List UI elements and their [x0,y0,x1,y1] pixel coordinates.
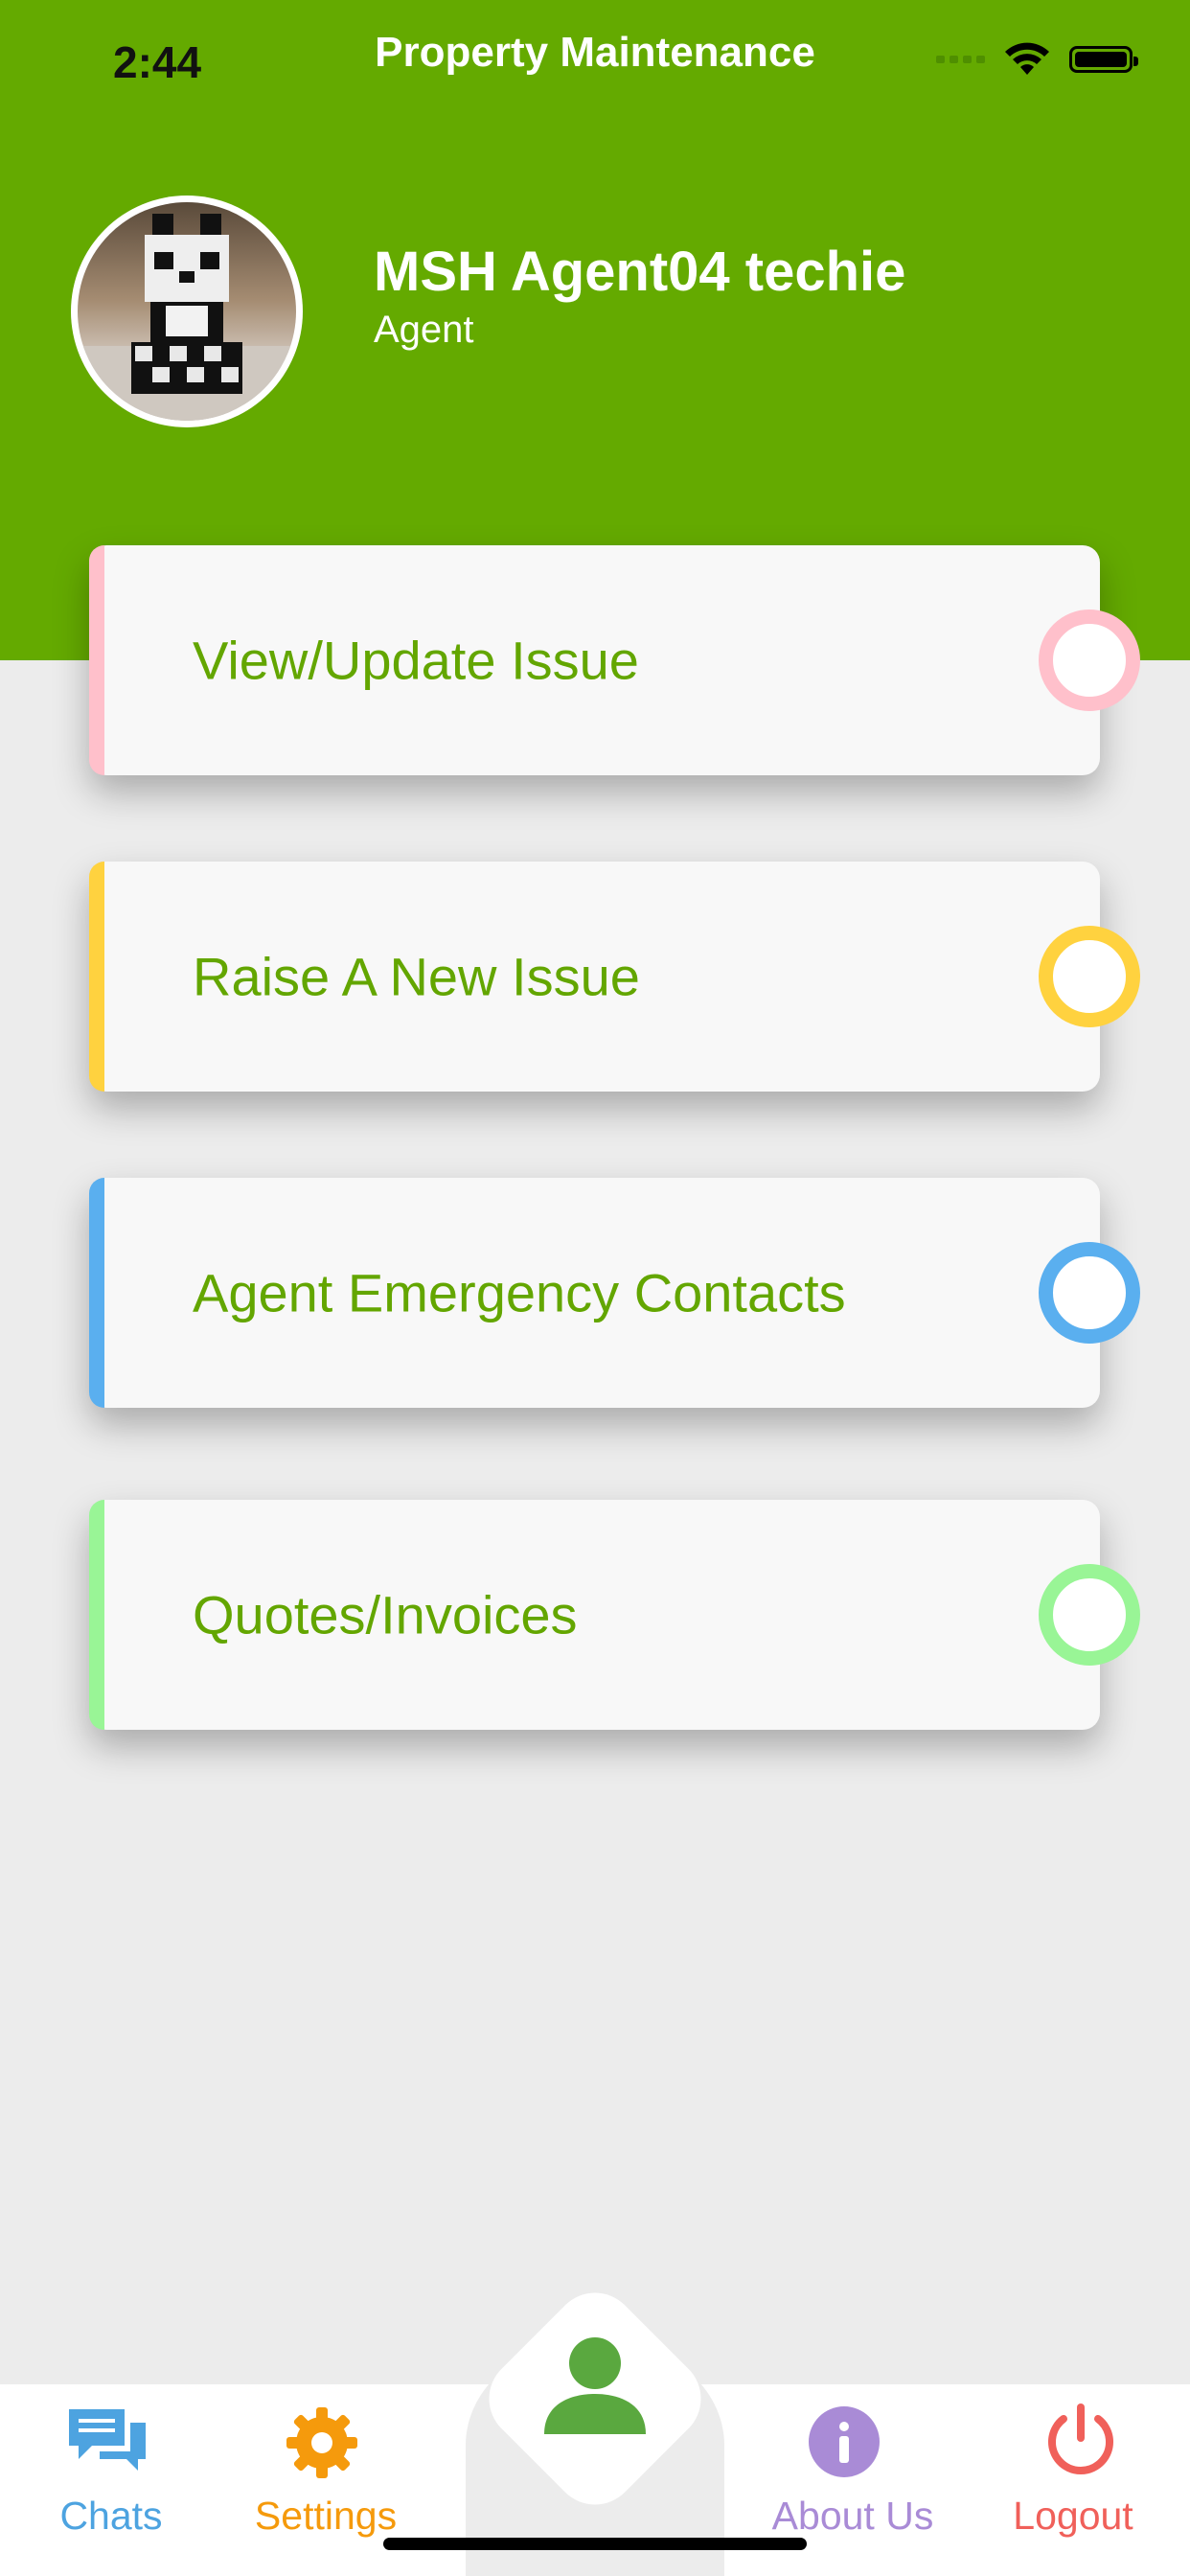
circle-icon [1039,610,1140,711]
info-icon[interactable] [808,2405,881,2478]
tab-label-chats[interactable]: Chats [0,2494,226,2539]
person-icon[interactable] [533,2331,657,2455]
tab-label-settings[interactable]: Settings [211,2494,441,2539]
gear-icon[interactable] [285,2405,359,2480]
circle-icon [1039,926,1140,1027]
user-name: MSH Agent04 techie [374,241,906,303]
avatar[interactable] [71,196,303,427]
card-accent [89,862,104,1092]
home-indicator [383,2538,807,2550]
card-accent [89,1500,104,1730]
menu-card-raise-new-issue[interactable]: Raise A New Issue [89,862,1140,1092]
menu-card-quotes-invoices[interactable]: Quotes/Invoices [89,1500,1140,1730]
circle-icon [1039,1242,1140,1344]
user-role: Agent [374,309,474,351]
card-label: Agent Emergency Contacts [193,1262,846,1323]
chat-bubbles-icon[interactable] [67,2405,148,2474]
menu-card-view-update-issue[interactable]: View/Update Issue [89,545,1140,775]
signal-icon [936,56,985,63]
card-label: View/Update Issue [193,630,639,691]
power-icon[interactable] [1042,2402,1119,2478]
wifi-icon [1005,42,1049,75]
status-icons [936,42,1138,77]
menu-card-agent-emergency-contacts[interactable]: Agent Emergency Contacts [89,1178,1140,1408]
card-label: Quotes/Invoices [193,1584,578,1645]
battery-icon [1069,46,1138,73]
circle-icon [1039,1564,1140,1666]
card-accent [89,545,104,775]
card-accent [89,1178,104,1408]
tab-label-logout[interactable]: Logout [958,2494,1188,2539]
card-label: Raise A New Issue [193,946,640,1007]
tab-label-about[interactable]: About Us [738,2494,968,2539]
